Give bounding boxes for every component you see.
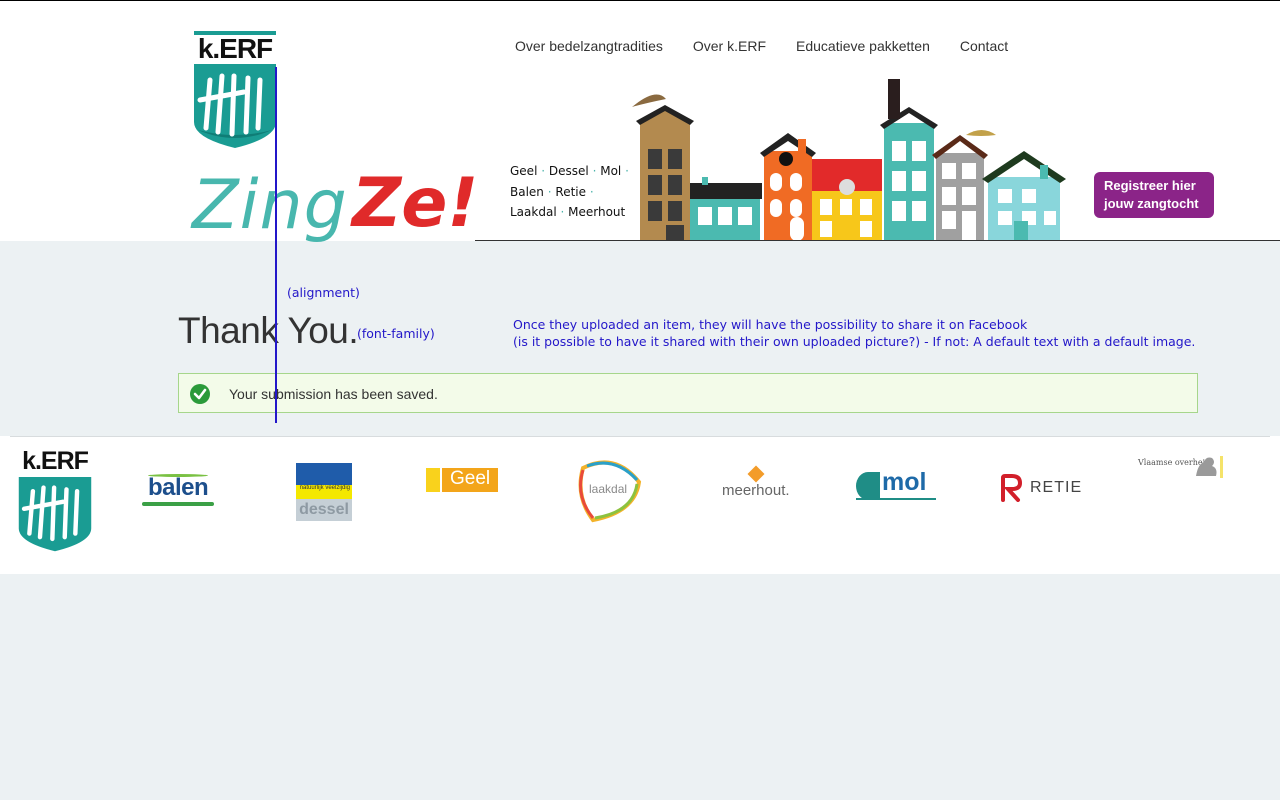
sponsor-vlaamse-overheid[interactable]: Vlaamse overheid — [1138, 454, 1226, 482]
mol-name: mol — [882, 468, 927, 496]
page-title: Thank You. — [178, 310, 359, 351]
retie-name: RETIE — [1030, 479, 1083, 496]
town-name: Retie — [555, 184, 587, 199]
nav-item-contact[interactable]: Contact — [950, 38, 1008, 54]
annotation-alignment: (alignment) — [287, 285, 360, 300]
site-header: k.ERF Zing Ze! Over bedelzangtradities O… — [0, 1, 1280, 245]
sponsor-dessel[interactable]: natuurlijk veelzijdig dessel — [296, 463, 352, 521]
nav-item-over-kerf[interactable]: Over k.ERF — [683, 38, 766, 54]
meerhout-name: meerhout. — [722, 482, 790, 499]
houses-icon — [632, 79, 1066, 241]
annotation-facebook: Once they uploaded an item, they will ha… — [513, 316, 1195, 350]
annotation-facebook-line-2: (is it possible to have it shared with t… — [513, 334, 1196, 349]
meerhout-star-icon — [747, 465, 765, 483]
annotation-font-family: (font-family) — [357, 326, 435, 341]
success-alert: Your submission has been saved. — [178, 373, 1198, 413]
laakdal-name: laakdal — [589, 482, 628, 496]
register-button[interactable]: Registreer hier jouw zangtocht — [1094, 172, 1214, 218]
slogan-zing-ze: Zing Ze! — [192, 164, 478, 276]
lion-icon — [1196, 456, 1223, 478]
town-name: Meerhout — [568, 205, 626, 219]
nav-item-bedelzangtradities[interactable]: Over bedelzangtradities — [505, 38, 663, 54]
geel-name: Geel — [450, 468, 491, 489]
success-message: Your submission has been saved. — [229, 386, 438, 402]
footer-divider — [10, 436, 1270, 437]
towns-list: Geel · Dessel · Mol · Balen · Retie · La… — [510, 161, 629, 223]
town-name: Mol — [600, 164, 622, 178]
dessel-block-icon — [296, 463, 352, 485]
footer: k.ERF balen natuurlijk veelzijdig dessel… — [0, 436, 1280, 574]
mol-swirl-icon — [856, 472, 880, 500]
sponsor-meerhout[interactable]: meerhout. — [720, 465, 800, 500]
town-name: Dessel — [548, 164, 589, 178]
checkmark-icon — [190, 384, 210, 404]
sponsor-mol[interactable]: mol — [856, 468, 936, 506]
kerf-logo[interactable]: k.ERF — [192, 30, 278, 150]
sponsor-retie[interactable]: RETIE — [1000, 474, 1090, 504]
main-nav: Over bedelzangtradities Over k.ERF Educa… — [505, 38, 1008, 54]
towns-line-1: Geel · Dessel · Mol · — [510, 164, 629, 178]
towns-line-2: Balen · Retie · — [510, 184, 594, 199]
header-divider — [475, 240, 1280, 241]
mol-underline-icon — [856, 498, 936, 500]
retie-r-icon — [1001, 474, 1022, 502]
slogan-word-1: Zing — [192, 166, 348, 245]
town-name: Balen — [510, 184, 544, 199]
sponsor-geel[interactable]: Geel — [426, 468, 498, 500]
annotation-alignment-line — [275, 67, 277, 423]
footer-logo-text: k.ERF — [22, 447, 89, 475]
annotation-facebook-line-1: Once they uploaded an item, they will ha… — [513, 317, 1028, 332]
balen-name: balen — [148, 474, 209, 501]
register-label-2: jouw zangtocht — [1104, 196, 1199, 211]
houses-illustration — [626, 79, 1066, 242]
town-name: Laakdal — [510, 205, 557, 219]
nav-item-educatieve-pakketten[interactable]: Educatieve pakketten — [786, 38, 930, 54]
towns-line-3: Laakdal · Meerhout — [510, 205, 626, 219]
logo-text: k.ERF — [197, 33, 273, 64]
sponsor-balen[interactable]: balen — [140, 470, 216, 510]
slogan-word-2: Ze! — [352, 164, 479, 243]
dessel-tagline: natuurlijk veelzijdig — [299, 485, 350, 491]
sponsor-laakdal[interactable]: laakdal — [575, 456, 645, 524]
register-label-1: Registreer hier — [1104, 178, 1196, 193]
footer-kerf-logo[interactable]: k.ERF — [17, 445, 93, 555]
town-name: Geel — [510, 164, 538, 178]
geel-mark-icon — [426, 468, 440, 492]
dessel-name: dessel — [299, 501, 349, 518]
balen-underline-icon — [142, 502, 214, 506]
